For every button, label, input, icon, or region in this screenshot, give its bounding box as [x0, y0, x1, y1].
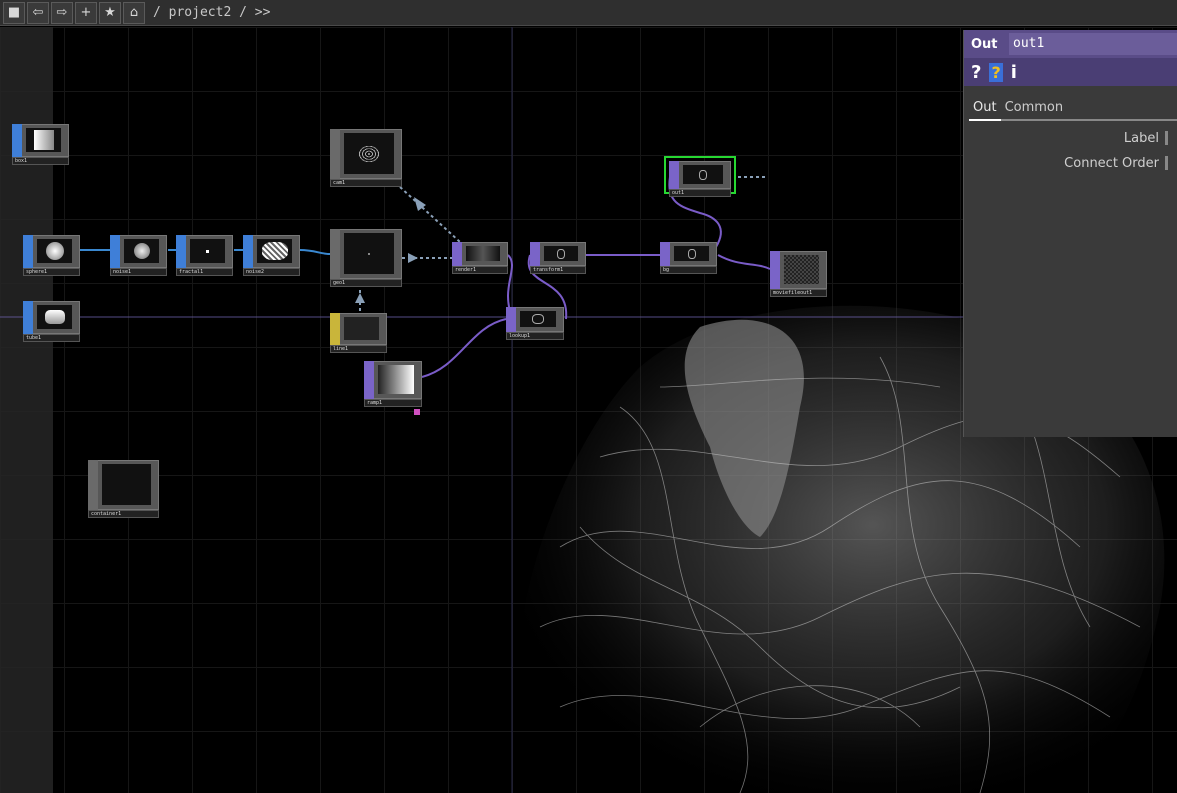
node-tube1[interactable]: tube1 [23, 301, 80, 342]
node-thumbnail [37, 239, 72, 263]
node-label: line1 [330, 345, 387, 353]
add-icon[interactable]: + [75, 1, 97, 24]
node-thumbnail [520, 311, 556, 327]
stop-icon[interactable]: ■ [3, 1, 25, 24]
forward-icon[interactable]: ⇨ [51, 1, 73, 24]
node-thumbnail [37, 305, 72, 329]
node-thumbnail [26, 128, 61, 152]
node-fractal1[interactable]: fractal1 [176, 235, 233, 276]
node-label: render1 [452, 266, 508, 274]
node-label: out1 [669, 189, 731, 197]
node-thumbnail [344, 133, 394, 174]
node-label: sphere1 [23, 268, 80, 276]
node-label: moviefileout1 [770, 289, 827, 297]
network-path[interactable]: / project2 / >> [153, 5, 270, 20]
node-thumbnail [683, 165, 723, 184]
node-thumbnail [102, 464, 151, 505]
node-thumbnail [344, 233, 394, 274]
node-lookup1[interactable]: lookup1 [506, 307, 564, 340]
node-transform1[interactable]: transform1 [530, 242, 586, 274]
operator-type: Out [971, 36, 998, 52]
node-thumbnail [190, 239, 225, 263]
home-icon[interactable]: ⌂ [123, 1, 145, 24]
param-row-label: Label [964, 131, 1177, 146]
node-thumbnail [344, 317, 379, 340]
node-thumbnail [257, 239, 292, 263]
node-label: geo1 [330, 279, 402, 287]
node-label: tube1 [23, 334, 80, 342]
node-out1[interactable]: out1 [664, 156, 736, 197]
node-ramp1[interactable]: ramp1 [364, 361, 422, 407]
node-thumbnail [378, 365, 414, 394]
param-row-connect-order: Connect Order [964, 156, 1177, 171]
python-help-icon[interactable]: ? [989, 62, 1003, 82]
node-render1[interactable]: render1 [452, 242, 508, 274]
parameter-panel: Out out1 ? ? i Out Common Label Connect … [963, 30, 1177, 437]
node-container1[interactable]: container1 [88, 460, 159, 518]
param-label-field[interactable] [1165, 131, 1168, 145]
node-label: box1 [12, 157, 69, 165]
parameter-tabs: Out Common [969, 98, 1177, 121]
panel-header: Out out1 [964, 30, 1177, 58]
node-thumbnail [124, 239, 159, 263]
node-moviefileout1[interactable]: moviefileout1 [770, 251, 827, 297]
node-thumbnail [784, 255, 819, 284]
node-sphere1[interactable]: sphere1 [23, 235, 80, 276]
node-label: noise2 [243, 268, 300, 276]
node-label: lookup1 [506, 332, 564, 340]
node-box1[interactable]: box1 [12, 124, 69, 165]
node-thumbnail [674, 246, 709, 261]
node-cam1[interactable]: cam1 [330, 129, 402, 187]
network-toolbar: ■ ⇦ ⇨ + ★ ⌂ / project2 / >> [0, 0, 1177, 26]
node-label: cam1 [330, 179, 402, 187]
help-icon[interactable]: ? [971, 62, 981, 83]
node-label: fractal1 [176, 268, 233, 276]
node-geo1[interactable]: geo1 [330, 229, 402, 287]
back-icon[interactable]: ⇦ [27, 1, 49, 24]
param-connect-order-label: Connect Order [1064, 156, 1159, 171]
node-line1[interactable]: line1 [330, 313, 387, 353]
node-noise1[interactable]: noise1 [110, 235, 167, 276]
node-label: container1 [88, 510, 159, 518]
ramp1-flag [414, 409, 420, 415]
node-label: bg [660, 266, 717, 274]
node-bg[interactable]: bg [660, 242, 717, 274]
info-icon[interactable]: i [1011, 62, 1017, 83]
param-label-label: Label [1123, 131, 1159, 146]
node-label: ramp1 [364, 399, 422, 407]
tab-out[interactable]: Out [969, 98, 1001, 121]
tab-common[interactable]: Common [1001, 98, 1068, 119]
node-noise2[interactable]: noise2 [243, 235, 300, 276]
bookmark-star-icon[interactable]: ★ [99, 1, 121, 24]
param-connect-order-field[interactable] [1165, 156, 1168, 170]
node-thumbnail [466, 246, 500, 261]
node-thumbnail [544, 246, 578, 261]
node-label: transform1 [530, 266, 586, 274]
node-label: noise1 [110, 268, 167, 276]
operator-name-field[interactable]: out1 [1009, 33, 1177, 55]
panel-icon-bar: ? ? i [964, 58, 1177, 86]
